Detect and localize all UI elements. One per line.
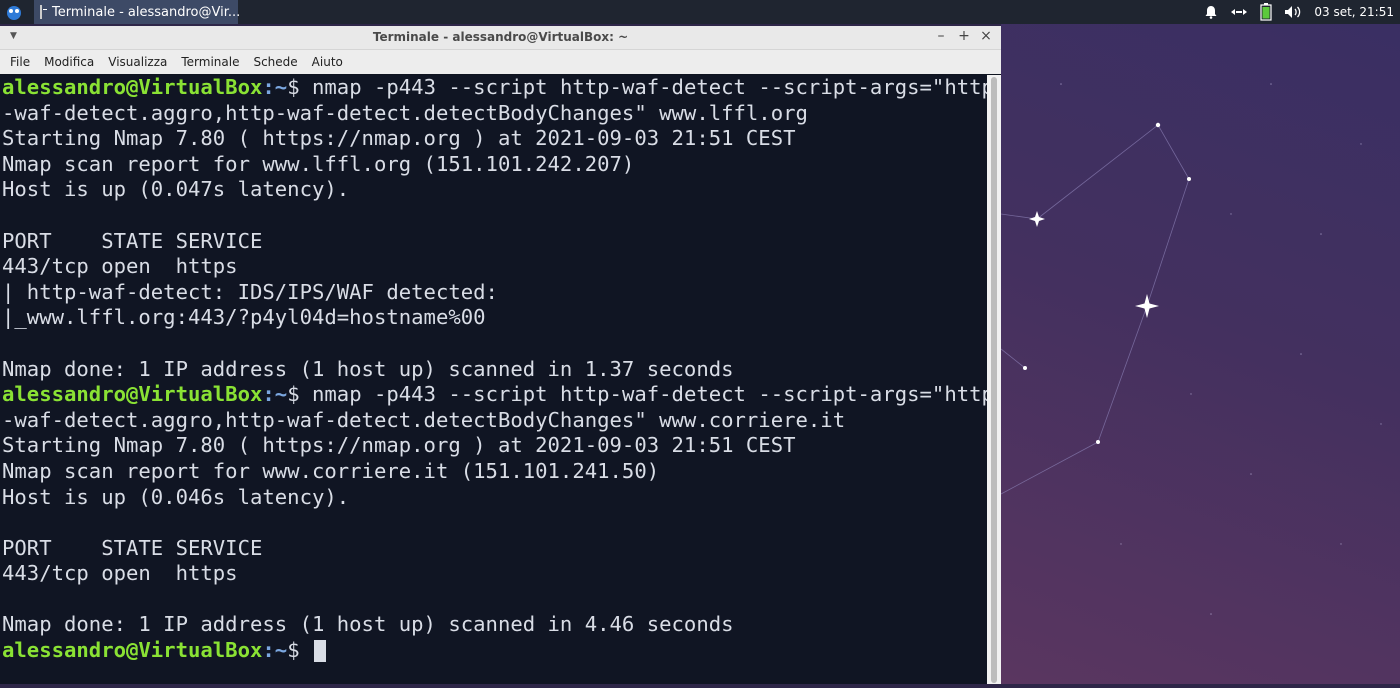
- prompt-path: :~: [262, 75, 288, 99]
- terminal-prompt-line: alessandro@VirtualBox:~$ nmap -p443 --sc…: [0, 382, 987, 408]
- scrollbar-thumb[interactable]: [991, 77, 997, 683]
- terminal-output-line: Host is up (0.046s latency).: [2, 484, 350, 509]
- bell-icon[interactable]: [1204, 5, 1218, 19]
- menu-file[interactable]: File: [10, 55, 30, 69]
- terminal-output-line: Nmap done: 1 IP address (1 host up) scan…: [2, 356, 734, 381]
- volume-icon[interactable]: [1284, 5, 1302, 19]
- terminal-scrollbar[interactable]: [987, 75, 1001, 684]
- network-icon[interactable]: [1230, 6, 1248, 18]
- taskbar-window-title: Terminale - alessandro@Vir...: [52, 4, 241, 20]
- menu-visualizza[interactable]: Visualizza: [108, 55, 167, 69]
- menu-bar: File Modifica Visualizza Terminale Sched…: [0, 50, 1001, 74]
- terminal-output-line: Starting Nmap 7.80 ( https://nmap.org ) …: [2, 126, 796, 151]
- terminal-output-line: 443/tcp open https: [2, 561, 238, 586]
- window-title: Terminale - alessandro@VirtualBox: ~: [372, 30, 629, 44]
- prompt-symbol: $: [287, 382, 300, 407]
- constellation-wallpaper: [1000, 83, 1382, 615]
- maximize-button[interactable]: +: [956, 28, 972, 44]
- command-text: nmap -p443 --script http-waf-detect --sc…: [299, 382, 987, 407]
- minimize-button[interactable]: –: [933, 28, 949, 44]
- terminal-output-line: |_www.lffl.org:443/?p4yl04d=hostname%00: [2, 305, 486, 330]
- terminal-output-line: -waf-detect.aggro,http-waf-detect.detect…: [2, 407, 846, 432]
- terminal-prompt-line: alessandro@VirtualBox:~$ nmap -p443 --sc…: [0, 75, 987, 101]
- terminal-icon: [40, 5, 47, 19]
- window-titlebar[interactable]: ▼ Terminale - alessandro@VirtualBox: ~ –…: [0, 26, 1001, 50]
- menu-schede[interactable]: Schede: [253, 55, 297, 69]
- close-button[interactable]: ×: [978, 28, 994, 44]
- command-text: nmap -p443 --script http-waf-detect --sc…: [299, 75, 987, 99]
- terminal-output-line: Nmap scan report for www.lffl.org (151.1…: [2, 151, 635, 176]
- terminal-output-line: PORT STATE SERVICE: [2, 228, 263, 253]
- taskbar-window-button[interactable]: Terminale - alessandro@Vir...: [34, 0, 241, 24]
- battery-icon[interactable]: [1260, 3, 1272, 21]
- terminal-output[interactable]: alessandro@VirtualBox:~$ nmap -p443 --sc…: [0, 75, 987, 684]
- menu-aiuto[interactable]: Aiuto: [312, 55, 343, 69]
- prompt-symbol: $: [287, 638, 300, 663]
- terminal-output-line: Nmap done: 1 IP address (1 host up) scan…: [2, 612, 734, 637]
- desktop-background: [1000, 24, 1400, 684]
- terminal-window[interactable]: ▼ Terminale - alessandro@VirtualBox: ~ –…: [0, 26, 1001, 684]
- terminal-output-line: -waf-detect.aggro,http-waf-detect.detect…: [2, 100, 808, 125]
- prompt-symbol: $: [287, 75, 300, 99]
- menu-terminale[interactable]: Terminale: [181, 55, 239, 69]
- prompt-user: alessandro@VirtualBox: [2, 75, 263, 99]
- terminal-output-line: 443/tcp open https: [2, 254, 238, 279]
- terminal-output-line: Starting Nmap 7.80 ( https://nmap.org ) …: [2, 433, 796, 458]
- prompt-user: alessandro@VirtualBox: [2, 638, 263, 663]
- terminal-output-line: Nmap scan report for www.corriere.it (15…: [2, 458, 660, 483]
- command-text: [300, 638, 312, 662]
- prompt-path: :~: [262, 382, 288, 407]
- terminal-output-line: Host is up (0.047s latency).: [2, 177, 350, 202]
- prompt-user: alessandro@VirtualBox: [2, 382, 263, 407]
- top-panel: Terminale - alessandro@Vir... 03 set, 21…: [0, 0, 1400, 24]
- menu-modifica[interactable]: Modifica: [44, 55, 94, 69]
- terminal-output-line: | http-waf-detect: IDS/IPS/WAF detected:: [2, 279, 498, 304]
- terminal-output-line: PORT STATE SERVICE: [2, 535, 263, 560]
- text-cursor: [314, 640, 326, 663]
- prompt-path: :~: [262, 638, 288, 663]
- whisker-menu-icon[interactable]: [4, 2, 24, 22]
- system-tray: 03 set, 21:51: [1204, 0, 1400, 24]
- clock[interactable]: 03 set, 21:51: [1314, 5, 1394, 19]
- terminal-prompt-line: alessandro@VirtualBox:~$: [0, 638, 987, 664]
